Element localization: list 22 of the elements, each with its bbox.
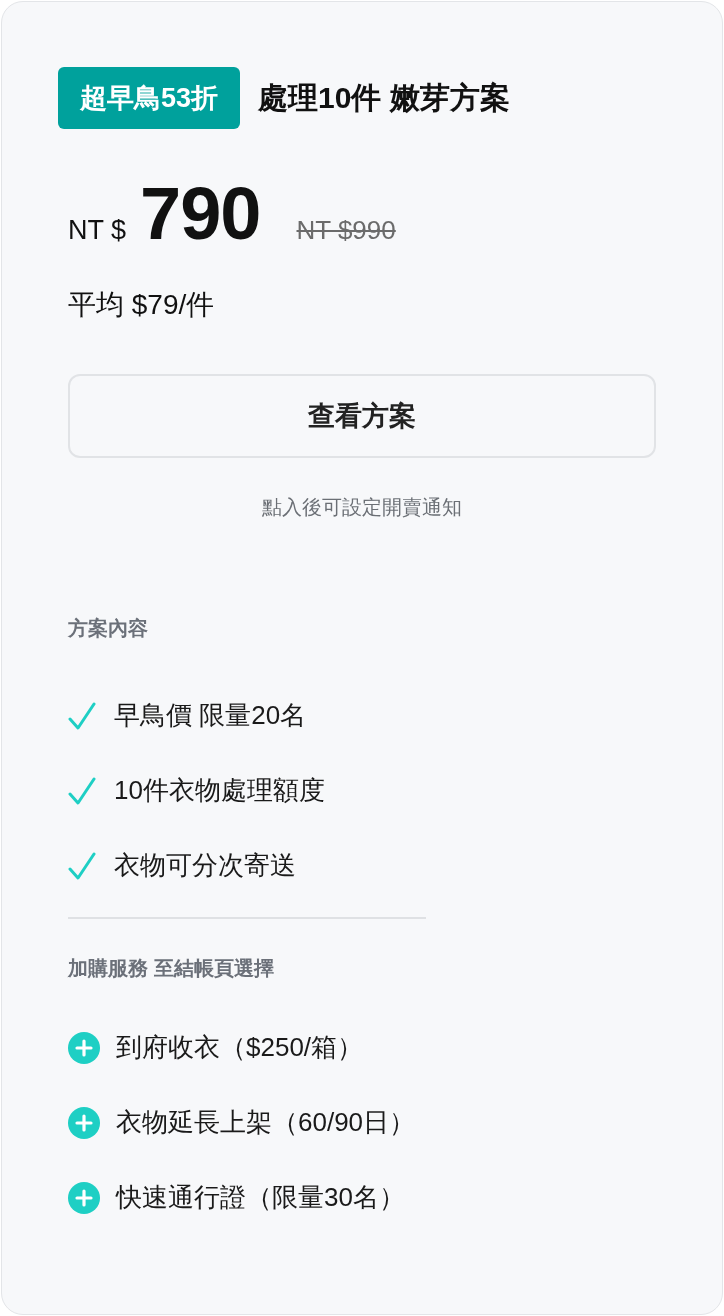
check-icon (68, 700, 98, 731)
plus-icon (68, 1181, 100, 1214)
discount-badge: 超早鳥53折 (58, 67, 241, 129)
section-heading: 方案內容 (68, 616, 149, 641)
feature-label: 衣物可分次寄送 (114, 849, 296, 882)
average-price: 平均 $79/件 (68, 288, 216, 322)
currency-label: NT $ (68, 215, 127, 246)
plus-icon (68, 1106, 100, 1139)
section-heading: 加購服務 至結帳頁選擇 (68, 956, 275, 981)
notice-text: 點入後可設定開賣通知 (261, 495, 463, 520)
original-price: NT $990 (296, 215, 396, 246)
price: 790 (140, 171, 261, 256)
addon-label: 到府收衣（$250/箱） (116, 1031, 364, 1064)
view-plan-button[interactable]: 查看方案 (68, 374, 656, 458)
check-icon (68, 850, 98, 881)
check-icon (68, 775, 98, 806)
plus-icon (68, 1031, 100, 1064)
feature-label: 早鳥價 限量20名 (114, 699, 307, 732)
plan-title: 處理10件 嫩芽方案 (258, 79, 510, 116)
feature-label: 10件衣物處理額度 (114, 774, 325, 807)
addon-label: 快速通行證（限量30名） (116, 1181, 405, 1214)
addon-label: 衣物延長上架（60/90日） (116, 1106, 416, 1139)
